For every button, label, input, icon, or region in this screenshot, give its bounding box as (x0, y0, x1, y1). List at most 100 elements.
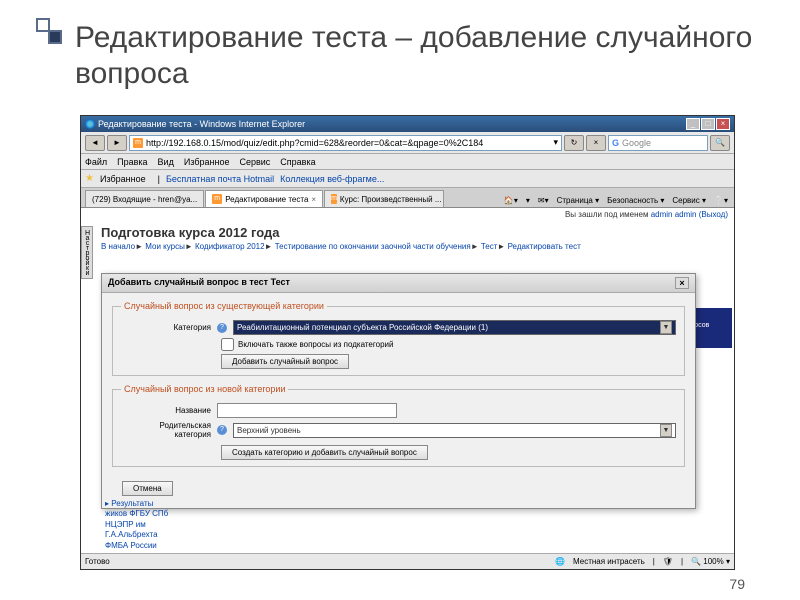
zone-label: Местная интрасеть (573, 557, 645, 566)
home-icon[interactable]: 🏠▾ (504, 196, 518, 205)
add-random-button[interactable]: Добавить случайный вопрос (221, 354, 349, 369)
favorites-bar: ★ Избранное | Бесплатная почта Hotmail К… (81, 170, 734, 188)
parent-value: Верхний уровень (237, 426, 301, 435)
site-favicon: m (133, 138, 143, 148)
login-info: Вы зашли под именем admin admin (Выход) (81, 208, 734, 221)
service-menu[interactable]: Сервис ▾ (672, 196, 706, 205)
parent-category-select[interactable]: Верхний уровень ▼ (233, 423, 676, 438)
section-legend: Случайный вопрос из существующей категор… (121, 301, 327, 311)
login-text: Вы зашли под именем (565, 210, 651, 219)
maximize-button[interactable]: □ (701, 118, 715, 130)
window-title: Редактирование теста - Windows Internet … (98, 119, 305, 129)
sidebar-settings-tab[interactable]: Настройки (81, 226, 93, 279)
sidebar-links: ▸ Результаты жиков ФГБУ СПб НЦЭПР им Г.А… (105, 499, 168, 551)
ie-icon (85, 119, 95, 129)
slide-decoration (48, 30, 62, 44)
crumb-cod[interactable]: Кодификатор 2012 (195, 242, 265, 251)
window-titlebar: Редактирование теста - Windows Internet … (81, 116, 734, 132)
page-content: Вы зашли под именем admin admin (Выход) … (81, 208, 734, 553)
menu-file[interactable]: Файл (85, 157, 107, 167)
url-input[interactable]: m http://192.168.0.15/mod/quiz/edit.php?… (129, 135, 562, 151)
search-button[interactable]: 🔍 (710, 135, 730, 151)
favorites-star-icon[interactable]: ★ (85, 173, 94, 184)
help-icon[interactable]: ? (217, 323, 227, 333)
user-link[interactable]: admin admin (651, 210, 697, 219)
menu-view[interactable]: Вид (158, 157, 174, 167)
hotmail-link[interactable]: Бесплатная почта Hotmail (166, 174, 274, 184)
page-menu[interactable]: Страница ▾ (557, 196, 600, 205)
tab-inbox[interactable]: (729) Входящие - hren@ya... (85, 190, 204, 207)
help-icon[interactable]: ? (217, 425, 227, 435)
tab-edit-test[interactable]: m Редактирование теста × (205, 190, 323, 207)
parent-category-label: Родительская категория (121, 421, 211, 439)
menu-edit[interactable]: Правка (117, 157, 147, 167)
category-select[interactable]: Реабилитационный потенциал субъекта Росс… (233, 320, 676, 335)
minimize-button[interactable]: _ (686, 118, 700, 130)
stop-button[interactable]: × (586, 135, 606, 151)
back-button[interactable]: ◄ (85, 135, 105, 151)
include-subcats-checkbox[interactable] (221, 338, 234, 351)
help-icon[interactable]: ❔▾ (714, 196, 728, 205)
org-line: ФМБА России (105, 541, 168, 551)
url-text: http://192.168.0.15/mod/quiz/edit.php?cm… (146, 138, 550, 148)
chevron-down-icon: ▼ (660, 321, 672, 334)
favorites-label[interactable]: Избранное (100, 174, 146, 184)
menu-favorites[interactable]: Избранное (184, 157, 230, 167)
slide-page-number: 79 (729, 576, 745, 592)
cancel-button[interactable]: Отмена (122, 481, 173, 496)
zoom-label[interactable]: 🔍 100% ▾ (691, 557, 730, 566)
subcats-label: Включать также вопросы из подкатегорий (238, 340, 393, 349)
menu-help[interactable]: Справка (280, 157, 315, 167)
forward-button[interactable]: ► (107, 135, 127, 151)
close-window-button[interactable]: × (716, 118, 730, 130)
tab-course[interactable]: m Курс: Произведственный ... (324, 190, 444, 207)
org-line: жиков ФГБУ СПб (105, 509, 168, 519)
create-category-button[interactable]: Создать категорию и добавить случайный в… (221, 445, 428, 460)
section-legend: Случайный вопрос из новой категории (121, 384, 288, 394)
name-label: Название (121, 406, 211, 415)
search-placeholder: Google (622, 138, 651, 148)
menu-tools[interactable]: Сервис (239, 157, 270, 167)
refresh-button[interactable]: ↻ (564, 135, 584, 151)
gallery-link[interactable]: Коллекция веб-фрагме... (280, 174, 384, 184)
add-random-question-dialog: Добавить случайный вопрос в тест Тест × … (101, 273, 696, 509)
new-category-section: Случайный вопрос из новой категории Назв… (112, 384, 685, 467)
search-input[interactable]: G Google (608, 135, 708, 151)
dialog-close-button[interactable]: × (675, 277, 689, 289)
feed-icon[interactable]: ▾ (526, 196, 530, 205)
tab-label: Редактирование теста (225, 195, 308, 204)
crumb-test[interactable]: Тест (481, 242, 498, 251)
globe-icon: 🌐 (555, 557, 565, 566)
protected-mode-icon: 🛡 (663, 557, 673, 566)
tab-bar: (729) Входящие - hren@ya... m Редактиров… (81, 188, 734, 208)
crumb-my[interactable]: Мои курсы (145, 242, 185, 251)
status-bar: Готово 🌐 Местная интрасеть | 🛡 | 🔍 100% … (81, 553, 734, 569)
mail-icon[interactable]: ✉▾ (538, 196, 549, 205)
crumb-edit[interactable]: Редактировать тест (508, 242, 581, 251)
address-bar: ◄ ► m http://192.168.0.15/mod/quiz/edit.… (81, 132, 734, 154)
category-value: Реабилитационный потенциал субъекта Росс… (237, 323, 488, 332)
dialog-title: Добавить случайный вопрос в тест Тест (108, 277, 290, 289)
site-favicon: m (212, 194, 222, 204)
category-label: Категория (121, 323, 211, 332)
chevron-down-icon: ▼ (660, 424, 672, 437)
crumb-testing[interactable]: Тестирование по окончании заочной части … (275, 242, 471, 251)
name-input[interactable] (217, 403, 397, 418)
menu-bar: Файл Правка Вид Избранное Сервис Справка (81, 154, 734, 170)
close-tab-icon[interactable]: × (311, 195, 316, 204)
org-line: Г.А.Альбрехта (105, 530, 168, 540)
breadcrumb: В начало► Мои курсы► Кодификатор 2012► Т… (101, 240, 726, 253)
logout-link[interactable]: (Выход) (699, 210, 728, 219)
dropdown-icon[interactable]: ▾ (553, 137, 558, 148)
site-favicon: m (331, 194, 337, 204)
existing-category-section: Случайный вопрос из существующей категор… (112, 301, 685, 376)
browser-window: Редактирование теста - Windows Internet … (80, 115, 735, 570)
org-line: НЦЭПР им (105, 520, 168, 530)
security-menu[interactable]: Безопасность ▾ (607, 196, 664, 205)
tab-label: Курс: Произведственный ... (340, 195, 442, 204)
status-ready: Готово (85, 557, 110, 566)
crumb-home[interactable]: В начало (101, 242, 135, 251)
slide-title: Редактирование теста – добавление случай… (75, 20, 755, 92)
link-results[interactable]: ▸ Результаты (105, 499, 168, 509)
tab-label: (729) Входящие - hren@ya... (92, 195, 197, 204)
